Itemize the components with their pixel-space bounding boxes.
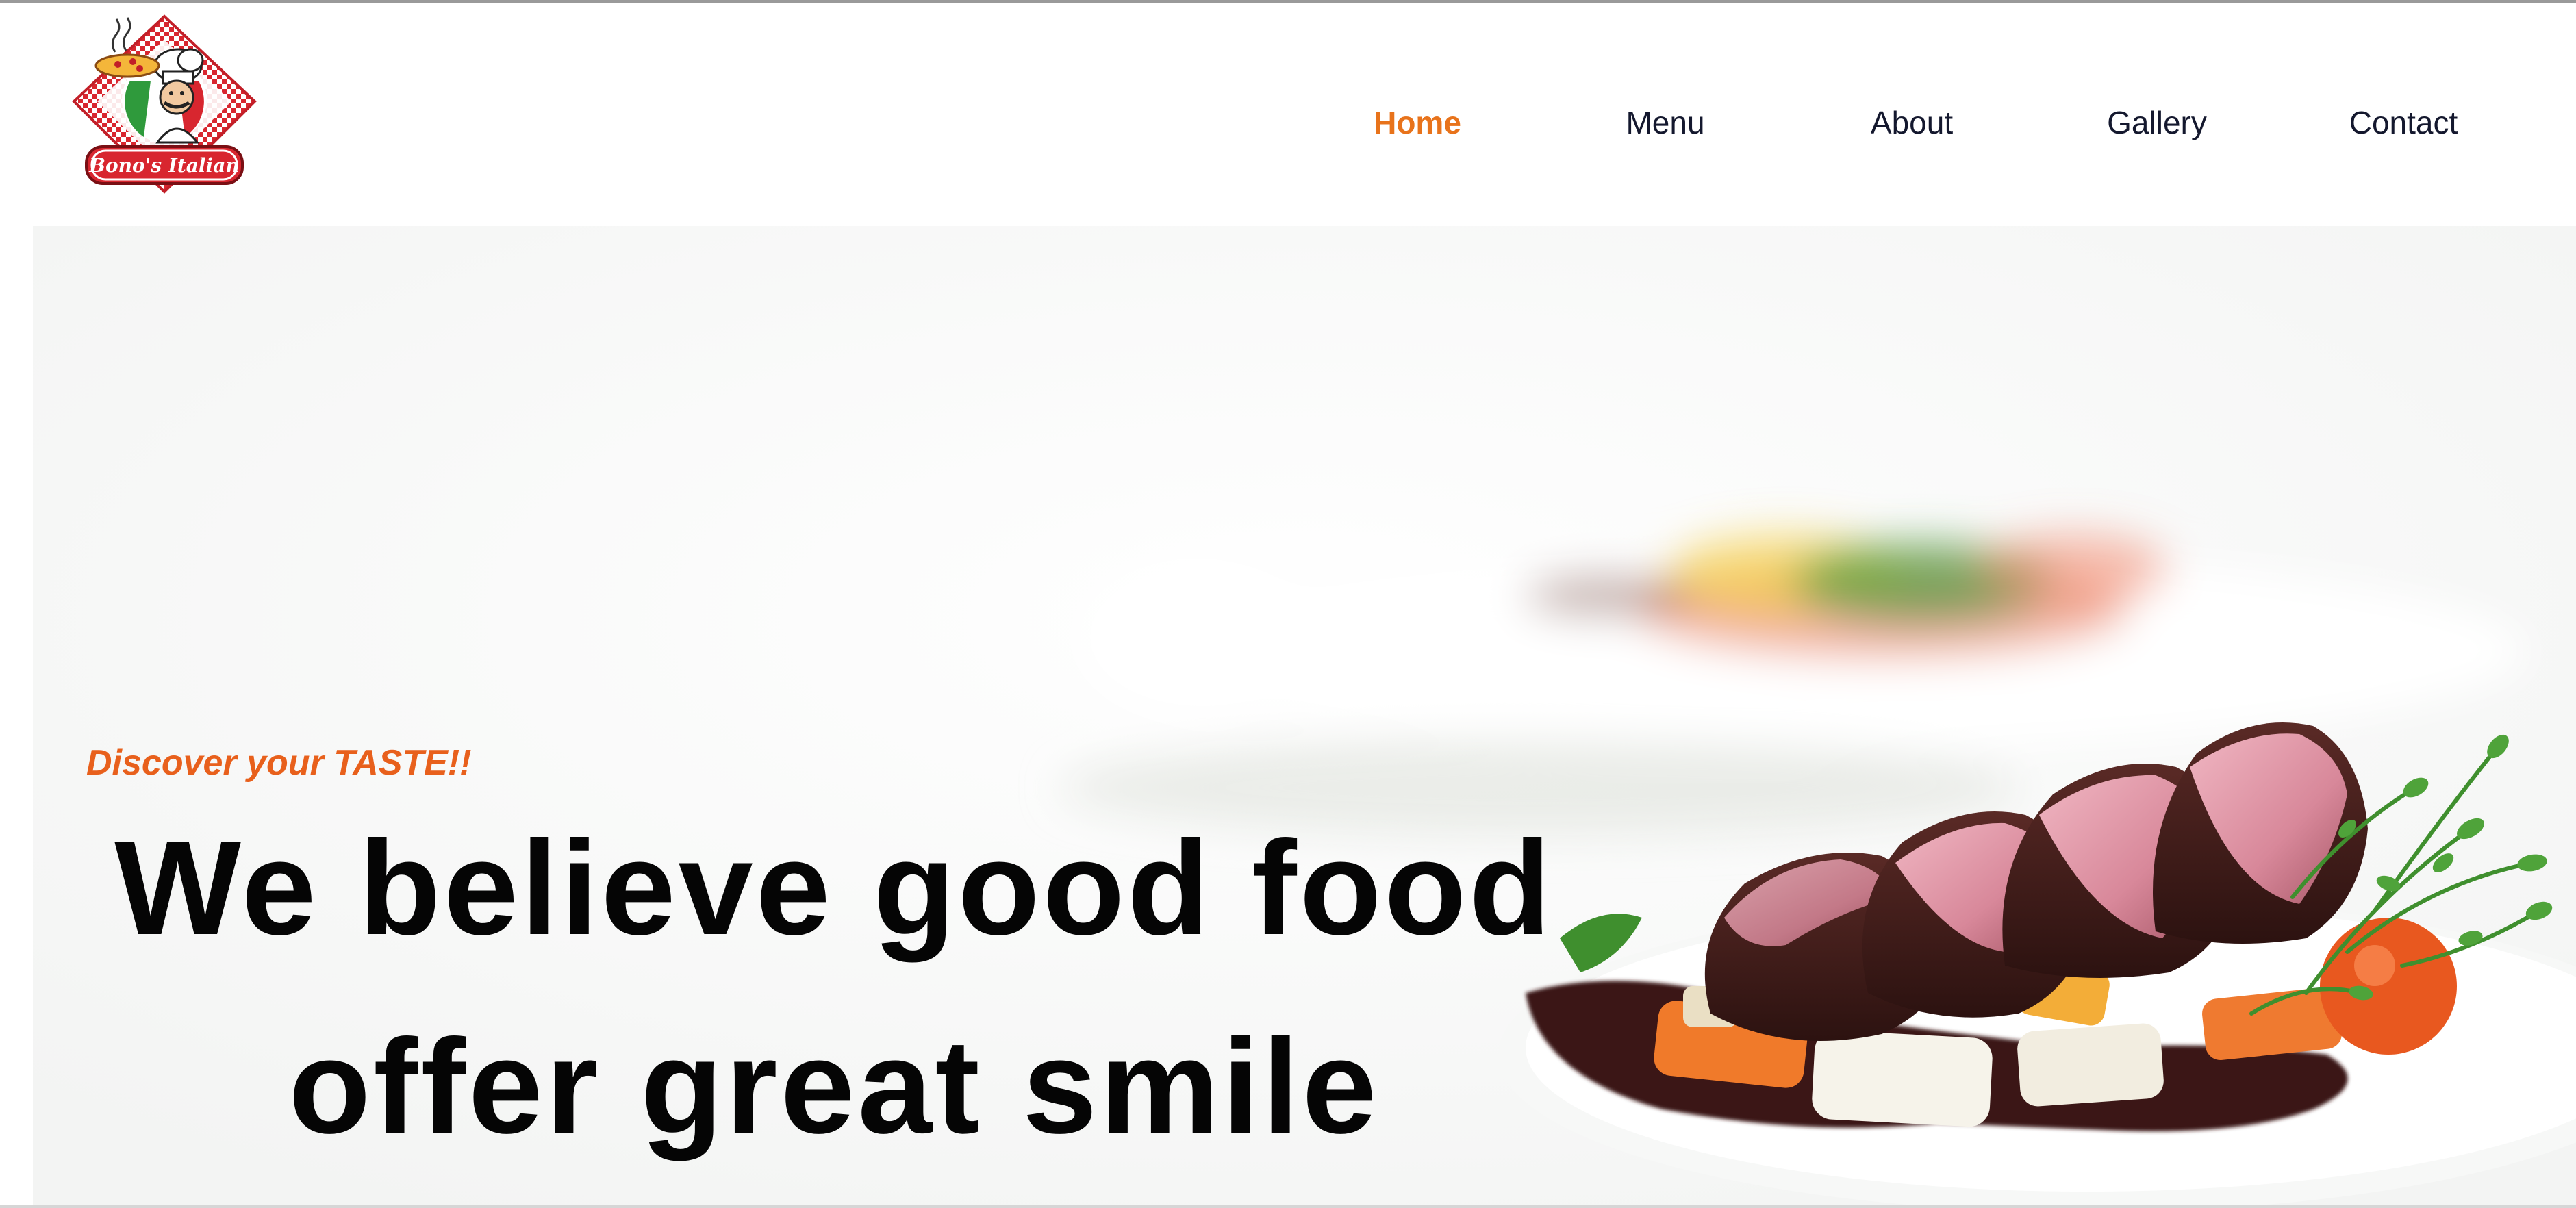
hero-section: Discover your TASTE!! We believe good fo… [33, 226, 2576, 1205]
bottom-border [0, 1205, 2576, 1208]
nav-home-link[interactable]: Home [1315, 99, 1520, 147]
hero-headline-line-2: offer great smile [288, 1011, 1380, 1161]
svg-text:Bono's Italian: Bono's Italian [88, 154, 239, 177]
hero-tagline: Discover your TASTE!! [86, 743, 472, 783]
nav-contact-link[interactable]: Contact [2301, 99, 2506, 147]
nav-menu-link[interactable]: Menu [1563, 99, 1768, 147]
nav-about-link[interactable]: About [1809, 99, 2015, 147]
nav-gallery-link[interactable]: Gallery [2054, 99, 2260, 147]
main-nav: Home Menu About Gallery Contact [0, 99, 2576, 147]
hero-headline-line-1: We believe good food [114, 813, 1554, 963]
site-header: Bono's Italian Home Menu About Gallery C… [0, 3, 2576, 226]
